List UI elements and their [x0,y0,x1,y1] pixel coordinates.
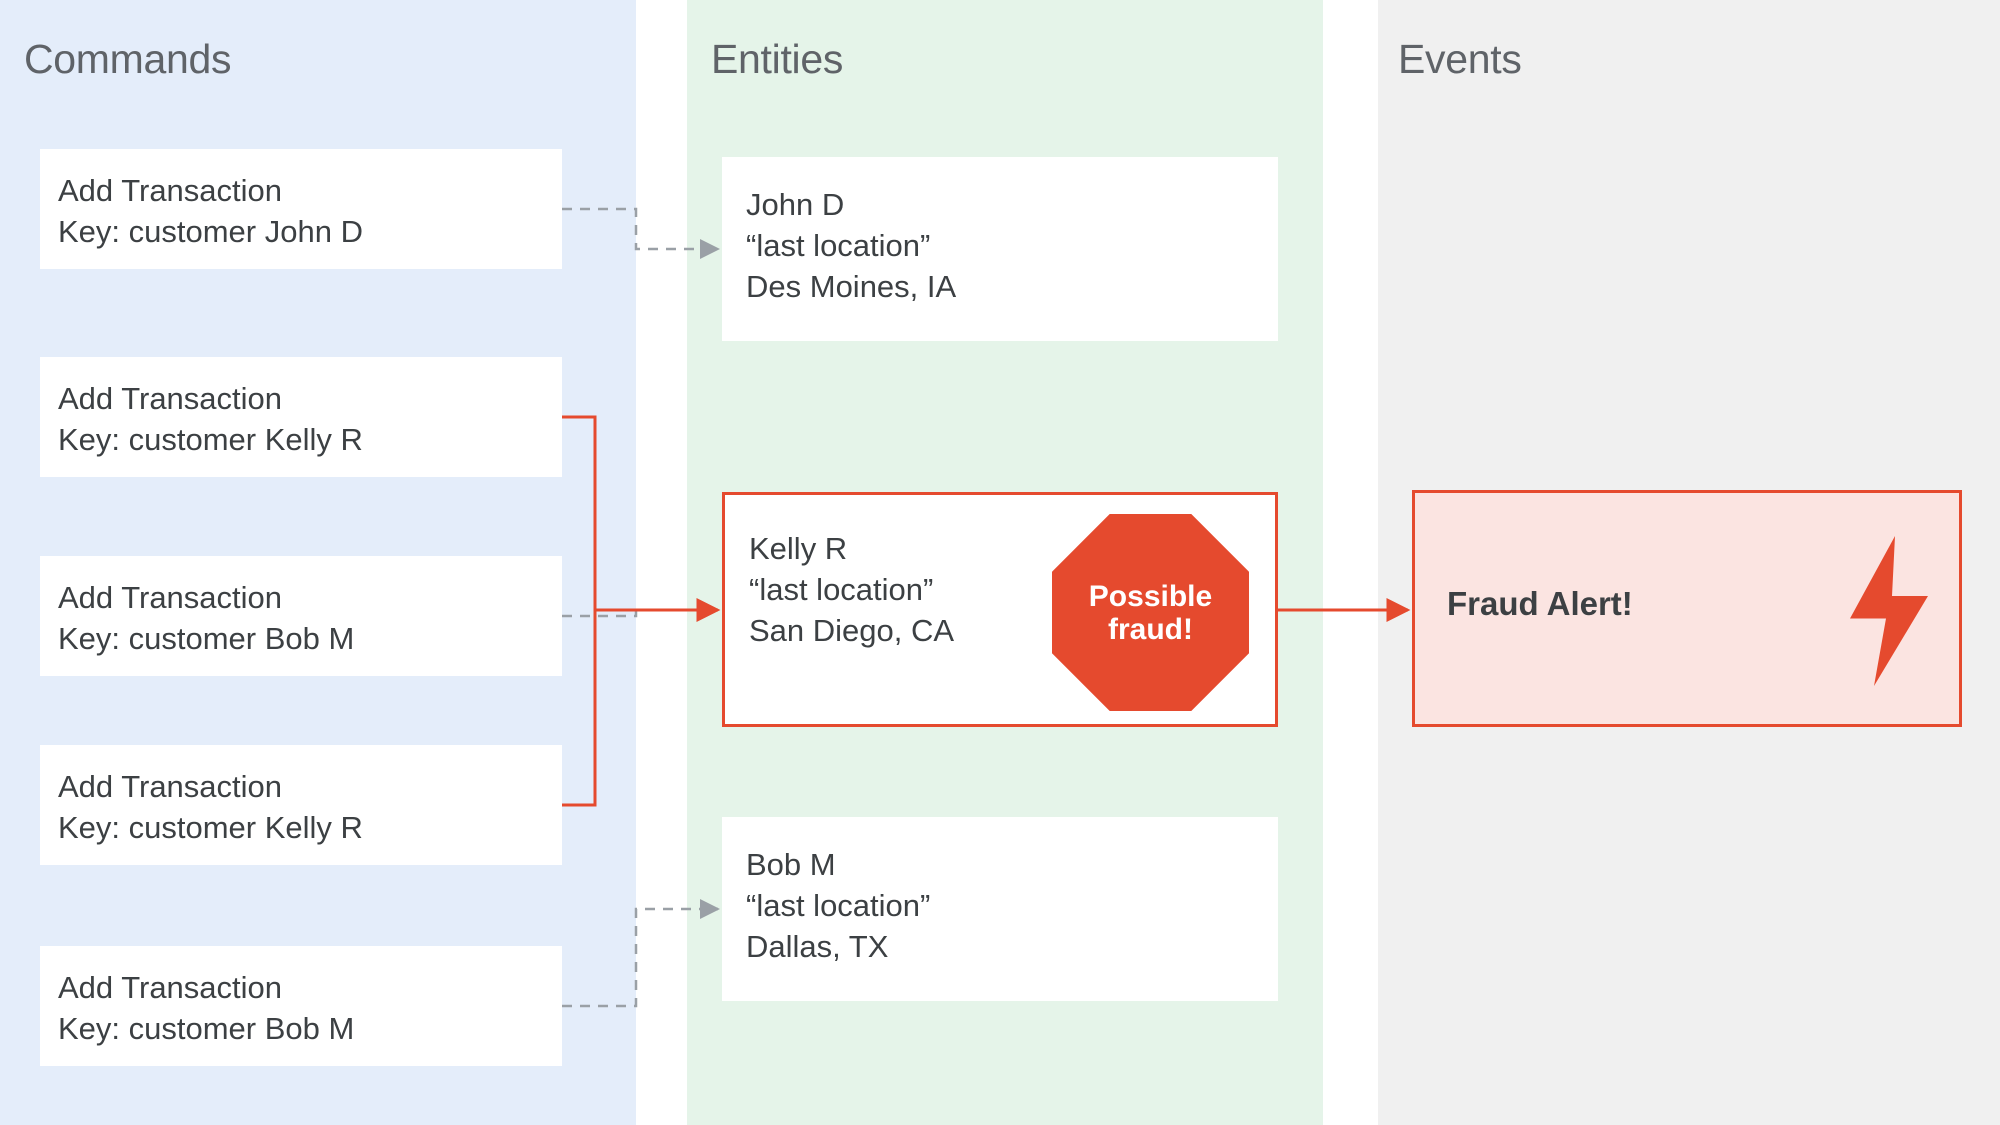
column-title-commands: Commands [24,36,231,83]
entity-label: “last location” [746,226,1254,267]
command-card: Add Transaction Key: customer Bob M [40,946,562,1066]
entity-name: Bob M [746,845,1254,886]
command-key: Key: customer Bob M [58,1009,544,1050]
entity-card: John D “last location” Des Moines, IA [722,157,1278,341]
command-key: Key: customer Kelly R [58,420,544,461]
entity-card: Bob M “last location” Dallas, TX [722,817,1278,1001]
bolt-icon [1843,536,1935,686]
command-title: Add Transaction [58,968,544,1009]
command-title: Add Transaction [58,171,544,212]
command-key: Key: customer John D [58,212,544,253]
fraud-badge: Possible fraud! [1052,514,1249,711]
column-gap-2 [1323,0,1378,1125]
entity-label: “last location” [746,886,1254,927]
diagram-stage: Commands Entities Events Add Transaction… [0,0,2000,1125]
entity-name: John D [746,185,1254,226]
entity-location: Dallas, TX [746,927,1254,968]
column-gap-1 [636,0,687,1125]
command-title: Add Transaction [58,578,544,619]
command-card: Add Transaction Key: customer Kelly R [40,745,562,865]
command-title: Add Transaction [58,379,544,420]
column-title-events: Events [1398,36,1522,83]
command-key: Key: customer Bob M [58,619,544,660]
command-key: Key: customer Kelly R [58,808,544,849]
column-title-entities: Entities [711,36,843,83]
command-card: Add Transaction Key: customer Bob M [40,556,562,676]
command-card: Add Transaction Key: customer John D [40,149,562,269]
fraud-badge-line1: Possible [1089,580,1212,613]
command-card: Add Transaction Key: customer Kelly R [40,357,562,477]
fraud-badge-line2: fraud! [1108,613,1193,646]
entity-location: Des Moines, IA [746,267,1254,308]
command-title: Add Transaction [58,767,544,808]
